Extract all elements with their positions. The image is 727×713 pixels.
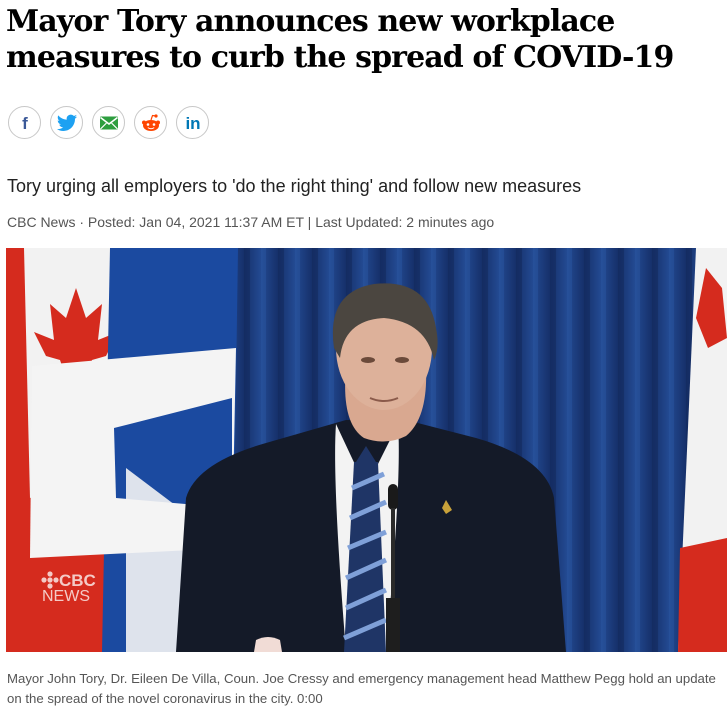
linkedin-glyph: in	[185, 114, 200, 133]
byline-source: CBC News	[7, 214, 76, 230]
video-caption: Mayor John Tory, Dr. Eileen De Villa, Co…	[7, 671, 716, 706]
article-headline: Mayor Tory announces new workplace measu…	[6, 4, 674, 75]
byline-posted: Posted: Jan 04, 2021 11:37 AM ET	[87, 214, 304, 230]
cbc-news-watermark: CBC NEWS	[41, 571, 96, 605]
linkedin-icon: in	[185, 114, 200, 133]
email-icon	[99, 116, 118, 129]
reddit-icon	[141, 113, 160, 131]
byline-separator: ·	[75, 214, 88, 230]
byline-updated: Last Updated: 2 minutes ago	[315, 214, 495, 230]
share-bar: f in	[8, 106, 209, 140]
paper-sheet	[254, 637, 282, 652]
article-subheadline: Tory urging all employers to 'do the rig…	[7, 176, 582, 196]
video-still: CBC NEWS	[6, 248, 727, 652]
byline-separator: |	[303, 214, 316, 230]
share-email-button[interactable]	[92, 106, 125, 139]
share-reddit-button[interactable]	[134, 106, 167, 139]
twitter-icon	[56, 114, 77, 131]
video-player[interactable]: CBC NEWS	[6, 248, 727, 652]
facebook-glyph: f	[22, 114, 28, 133]
facebook-icon: f	[22, 114, 28, 133]
share-twitter-button[interactable]	[50, 106, 83, 139]
share-facebook-button[interactable]: f	[8, 106, 41, 139]
watermark-line2: NEWS	[42, 588, 90, 605]
share-linkedin-button[interactable]: in	[176, 106, 209, 139]
article-byline: CBC News · Posted: Jan 04, 2021 11:37 AM…	[7, 212, 494, 232]
